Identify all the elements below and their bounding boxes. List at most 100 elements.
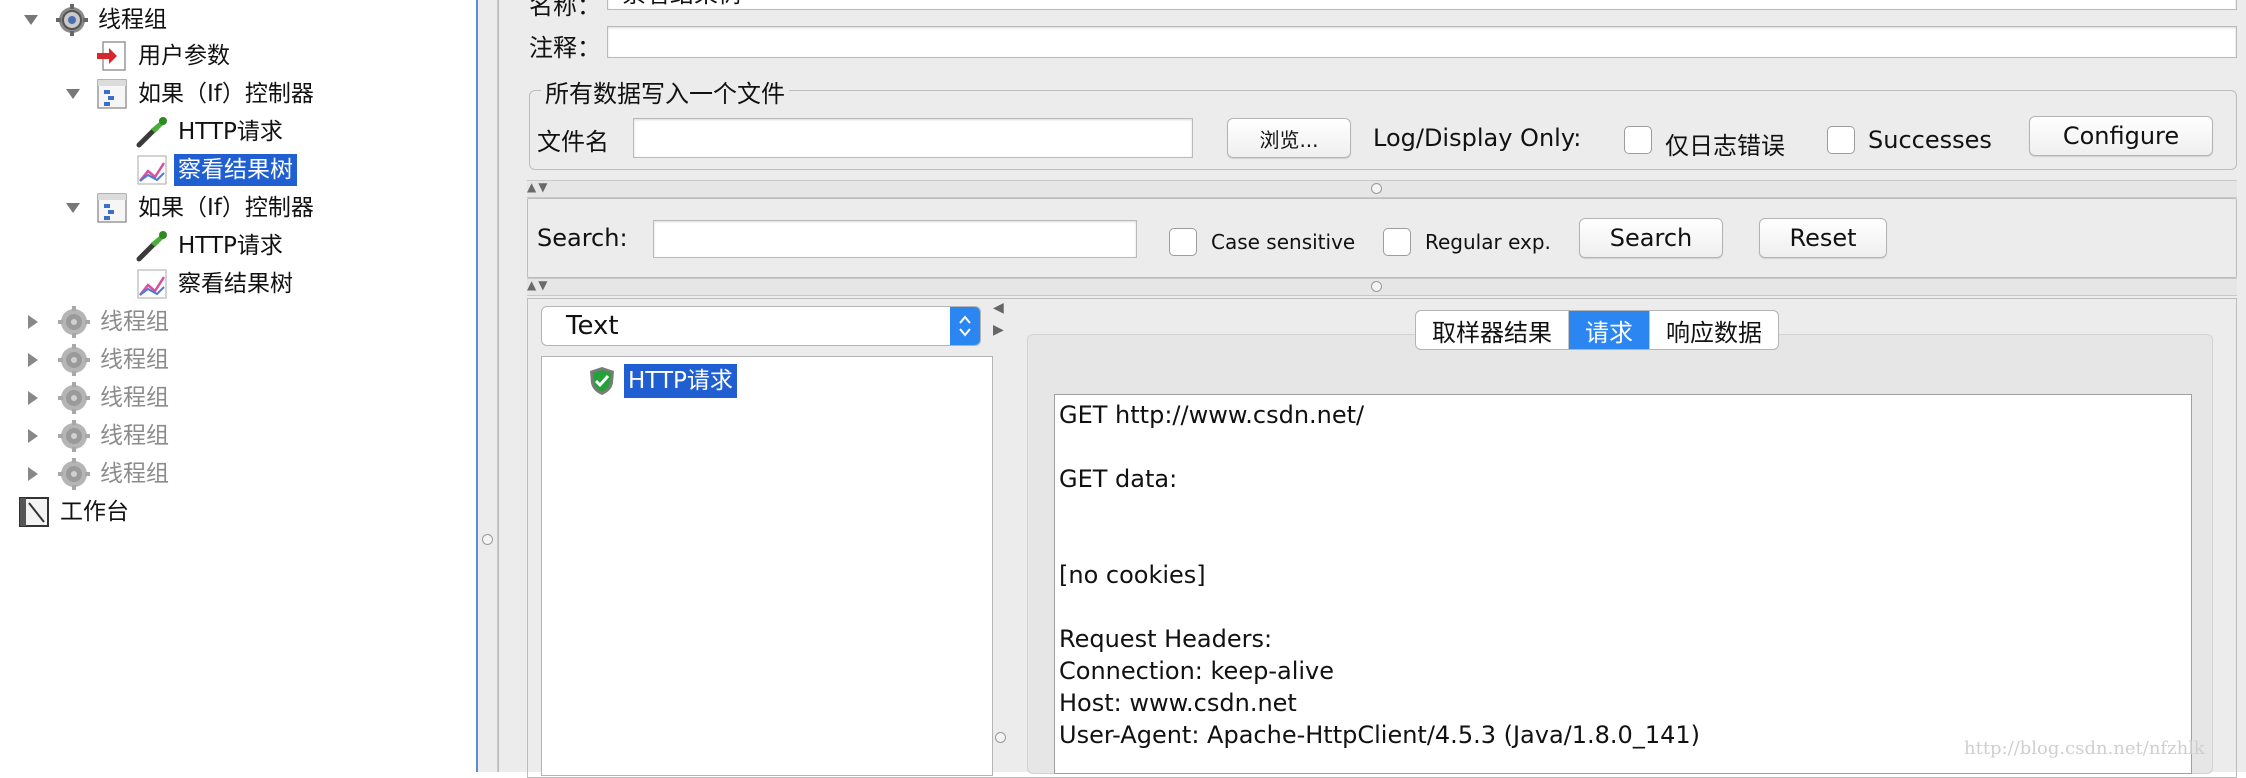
graph-icon [134,266,170,302]
split-right-arrow-icon[interactable]: ▶ [993,322,1004,338]
divider-handle-icon[interactable] [1371,183,1382,194]
request-line [1059,527,2187,559]
tree-node-thread-group-disabled[interactable]: 线程组 [24,342,173,378]
tree-node-workbench[interactable]: 工作台 [16,494,133,530]
vertical-splitter[interactable] [476,0,498,772]
split-left-arrow-icon[interactable]: ◀ [993,300,1004,316]
request-line: Connection: keep-alive [1059,657,1334,685]
request-line: Request Headers: [1059,625,1273,653]
reset-button[interactable]: Reset [1759,218,1887,258]
tab-response-data[interactable]: 响应数据 [1650,311,1778,349]
tree-node-if-controller[interactable]: 如果（If）控制器 [64,76,318,112]
select-updown-icon [950,307,980,345]
tree-node-label: 线程组 [100,385,169,411]
tree-node-label: 线程组 [100,461,169,487]
sample-result-item[interactable]: HTTP请求 [584,363,737,399]
expand-arrow-icon[interactable] [24,313,42,331]
name-field[interactable]: 察看结果树 [607,0,2237,10]
split-arrows-icon[interactable]: ▲▼ [527,278,549,292]
request-line: GET data: [1059,465,1178,493]
filename-input[interactable] [633,118,1193,158]
log-display-only-label: Log/Display Only: [1373,124,1582,152]
tree-node-label: 察看结果树 [174,154,297,186]
tree-node-label: 线程组 [100,423,169,449]
detail-tabs: 取样器结果 请求 响应数据 [1415,310,1779,350]
request-text-area[interactable]: GET http://www.csdn.net/GET data: [no coo… [1054,394,2192,774]
write-to-file-title: 所有数据写入一个文件 [541,74,789,109]
gear-icon [54,2,90,38]
tree-node-thread-group-disabled[interactable]: 线程组 [24,304,173,340]
tree-node-thread-group-disabled[interactable]: 线程组 [24,380,173,416]
tree-node-thread-group-disabled[interactable]: 线程组 [24,456,173,492]
name-label: 名称： [529,0,601,20]
tree-node-label: 线程组 [98,7,167,33]
expand-arrow-icon[interactable] [24,427,42,445]
tree-node-label: 察看结果树 [178,271,293,297]
errors-only-label: 仅日志错误 [1665,132,1785,160]
workbench-icon [16,494,52,530]
tree-node-label: 线程组 [100,347,169,373]
tab-sampler-result[interactable]: 取样器结果 [1416,311,1569,349]
collapse-arrow-icon[interactable] [22,11,40,29]
collapse-arrow-icon[interactable] [64,85,82,103]
renderer-select[interactable]: Text [541,306,981,346]
search-button[interactable]: Search [1579,218,1723,258]
split-pane-divider[interactable] [527,278,2237,296]
comment-field[interactable] [607,26,2237,58]
divider-handle-icon[interactable] [1371,281,1382,292]
controller-icon [94,190,130,226]
request-line: Host: www.csdn.net [1059,689,1297,717]
watermark: http://blog.csdn.net/nfzhlk [1964,738,2205,759]
tree-node-view-results-tree[interactable]: 察看结果树 [134,266,297,302]
tree-node-http-request[interactable]: HTTP请求 [134,228,287,264]
shield-check-icon [584,363,620,399]
splitter-handle-icon[interactable] [482,534,493,545]
name-field-value: 察看结果树 [622,0,742,8]
controller-icon [94,76,130,112]
tree-node-label: HTTP请求 [178,119,283,145]
gear-icon [56,456,92,492]
tree-node-user-parameters[interactable]: 用户参数 [94,38,234,74]
filename-label: 文件名 [537,128,609,156]
case-sensitive-checkbox[interactable] [1169,228,1197,256]
sample-result-label: HTTP请求 [624,364,737,398]
tab-request[interactable]: 请求 [1569,311,1650,349]
divider-handle-icon[interactable] [995,732,1006,743]
split-pane-divider[interactable] [527,180,2237,198]
browse-button[interactable]: 浏览... [1227,118,1351,158]
request-line [1059,591,2187,623]
configure-button[interactable]: Configure [2029,116,2213,156]
gear-icon [56,342,92,378]
expand-arrow-icon[interactable] [24,389,42,407]
tree-node-thread-group-disabled[interactable]: 线程组 [24,418,173,454]
case-sensitive-label: Case sensitive [1211,230,1356,254]
regular-exp-checkbox[interactable] [1383,228,1411,256]
tree-node-http-request[interactable]: HTTP请求 [134,114,287,150]
sample-result-tree: HTTP请求 [541,356,993,776]
tree-node-label: HTTP请求 [178,233,283,259]
gear-icon [56,304,92,340]
errors-only-checkbox[interactable] [1624,126,1652,154]
expand-arrow-icon[interactable] [24,351,42,369]
preprocessor-icon [94,38,130,74]
request-line [1059,431,2187,463]
successes-label: Successes [1868,126,1992,154]
successes-checkbox[interactable] [1827,126,1855,154]
regular-exp-label: Regular exp. [1425,230,1551,254]
tree-node-label: 线程组 [100,309,169,335]
expand-arrow-icon[interactable] [24,465,42,483]
tree-node-if-controller[interactable]: 如果（If）控制器 [64,190,318,226]
tree-node-label: 如果（If）控制器 [138,195,314,221]
search-input[interactable] [653,220,1137,258]
graph-icon [134,152,170,188]
search-label: Search: [537,224,628,252]
request-line: GET http://www.csdn.net/ [1059,401,1365,429]
gear-icon [56,418,92,454]
gear-icon [56,380,92,416]
tree-node-label: 工作台 [60,499,129,525]
request-line [1059,495,2187,527]
split-arrows-icon[interactable]: ▲▼ [527,180,549,194]
tree-node-view-results-tree[interactable]: 察看结果树 [134,152,297,188]
tree-node-thread-group[interactable]: 线程组 [22,2,171,38]
collapse-arrow-icon[interactable] [64,199,82,217]
